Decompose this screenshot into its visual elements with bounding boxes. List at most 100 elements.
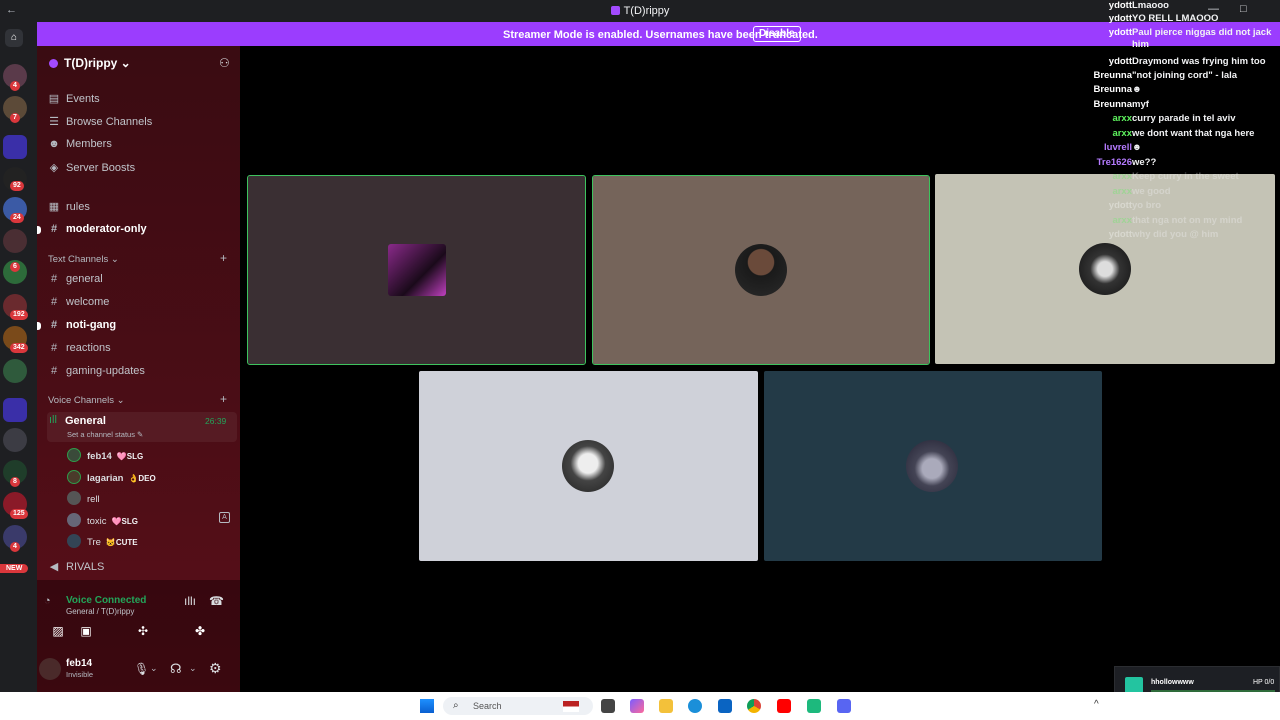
avatar	[388, 244, 446, 296]
hash-icon: #	[50, 273, 58, 285]
chat-author: ydott	[1108, 27, 1132, 38]
voice-connected-channel: General / T(D)rippy	[66, 607, 135, 616]
app-icon[interactable]	[807, 699, 821, 713]
server-badge: 92	[10, 181, 24, 191]
guild-boost-icon	[49, 59, 58, 68]
disable-streamer-mode-button[interactable]: Disable	[753, 26, 801, 42]
chat-text: Lmaooo	[1132, 0, 1169, 11]
chat-text: we good	[1132, 186, 1171, 197]
channel-welcome[interactable]: # welcome	[47, 296, 109, 308]
invite-icon[interactable]: ⚇	[219, 56, 230, 70]
avatar	[67, 513, 81, 527]
server-badge: 8	[10, 477, 20, 487]
channel-gaming-updates[interactable]: # gaming-updates	[47, 365, 145, 377]
headphones-icon[interactable]: ☊	[170, 661, 182, 677]
voice-activity-icon: ıll	[49, 414, 57, 426]
server-badge: 4	[10, 542, 20, 552]
server-badge: 192	[10, 310, 28, 320]
screen-share-icon[interactable]: ▣	[61, 620, 111, 642]
channel-reactions[interactable]: # reactions	[47, 342, 111, 354]
chat-text: we??	[1132, 157, 1157, 168]
chat-text: YO RELL LMAOOO	[1132, 13, 1219, 24]
nav-browse-channels[interactable]: ☰ Browse Channels	[47, 115, 152, 128]
channel-general[interactable]: # general	[47, 273, 103, 285]
avatar	[67, 534, 81, 548]
disconnect-icon[interactable]: ☎	[209, 594, 224, 608]
new-servers-pill[interactable]: NEW	[0, 564, 29, 573]
channel-status-input[interactable]: Set a channel status ✎	[67, 430, 143, 439]
hash-icon: #	[50, 342, 58, 354]
calendar-icon: ▤	[48, 93, 60, 105]
hash-icon: #	[50, 223, 58, 235]
copilot-icon[interactable]	[630, 699, 644, 713]
chat-author: arxx	[1112, 128, 1132, 139]
discord-home-icon[interactable]: ⌂	[5, 29, 23, 47]
channel-moderator-only[interactable]: # moderator-only	[47, 223, 147, 235]
add-text-channel-icon[interactable]: +	[220, 251, 227, 265]
server-badge: 4	[10, 81, 20, 91]
nav-members[interactable]: ☻ Members	[47, 138, 112, 150]
server-badge: 125	[10, 509, 28, 519]
channel-rules[interactable]: ▦ rules	[47, 200, 90, 213]
connection-signal-icon: ◔	[44, 595, 51, 607]
avatar	[67, 470, 81, 484]
category-text-channels[interactable]: Text Channels ⌄	[48, 254, 119, 265]
video-tile[interactable]	[419, 371, 758, 561]
settings-gear-icon[interactable]: ⚙	[209, 660, 222, 677]
voice-user[interactable]: rell	[67, 491, 105, 505]
youtube-icon[interactable]	[777, 699, 791, 713]
taskbar: ⌕ Search ^	[0, 692, 1280, 720]
edge-icon[interactable]	[688, 699, 702, 713]
server-badge: 6	[10, 262, 20, 272]
hash-icon: #	[50, 319, 58, 331]
chat-author: Breunna	[1093, 70, 1132, 81]
chrome-icon[interactable]	[747, 699, 761, 713]
chevron-down-icon[interactable]: ⌄	[189, 663, 197, 674]
chat-author: Breunna	[1093, 99, 1132, 110]
outlook-icon[interactable]	[718, 699, 732, 713]
video-tile[interactable]	[764, 371, 1102, 561]
discord-icon[interactable]	[837, 699, 851, 713]
chevron-down-icon[interactable]: ⌄	[150, 663, 158, 674]
chat-text: ☻	[1132, 142, 1142, 153]
guild-header[interactable]: T(D)rippy ⌄	[49, 56, 131, 70]
folder-icon[interactable]	[3, 398, 27, 422]
nav-server-boosts[interactable]: ◈ Server Boosts	[47, 161, 135, 174]
chat-author: Breunna	[1093, 84, 1132, 95]
microphone-icon[interactable]: 🎙	[134, 662, 149, 676]
search-icon: ⌕	[453, 700, 459, 711]
chat-author: arxx	[1112, 113, 1132, 124]
folder-icon[interactable]	[3, 135, 27, 159]
voice-user[interactable]: feb14 🩷SLG	[67, 448, 143, 462]
hash-icon: #	[50, 365, 58, 377]
chevron-up-icon[interactable]: ^	[1094, 699, 1099, 710]
channel-noti-gang[interactable]: # noti-gang	[47, 319, 116, 331]
category-voice-channels[interactable]: Voice Channels ⌄	[48, 395, 125, 406]
task-view-icon[interactable]	[601, 699, 615, 713]
file-explorer-icon[interactable]	[659, 699, 673, 713]
server-icon[interactable]	[3, 428, 27, 452]
voice-user[interactable]: Tre 😺CUTE	[67, 534, 138, 548]
taskbar-search[interactable]: ⌕ Search	[443, 697, 593, 715]
noise-suppression-icon[interactable]: ıllı	[184, 594, 196, 608]
voice-channel-name: General	[65, 415, 106, 427]
avatar	[906, 440, 958, 492]
voice-timer: 26:39	[205, 416, 227, 426]
voice-connected-label[interactable]: Voice Connected	[66, 595, 146, 606]
nav-events[interactable]: ▤ Events	[47, 92, 100, 105]
voice-user[interactable]: lagarian 👌DEO	[67, 470, 156, 484]
channel-rivals[interactable]: ◀ RIVALS	[47, 560, 105, 573]
avatar	[562, 440, 614, 492]
soundboard-icon[interactable]: ✤	[175, 620, 225, 642]
server-icon[interactable]	[3, 229, 27, 253]
voice-channel-general[interactable]: ıll General 26:39 Set a channel status ✎	[47, 412, 237, 442]
unread-indicator	[37, 322, 41, 330]
video-tile[interactable]	[592, 175, 930, 365]
add-voice-channel-icon[interactable]: +	[220, 392, 227, 406]
server-icon[interactable]	[3, 359, 27, 383]
video-tile[interactable]	[247, 175, 586, 365]
activities-icon[interactable]: ✣	[118, 620, 168, 642]
voice-user[interactable]: toxic 🩷SLG	[67, 513, 138, 527]
avatar	[67, 491, 81, 505]
windows-start-icon[interactable]	[420, 699, 434, 713]
